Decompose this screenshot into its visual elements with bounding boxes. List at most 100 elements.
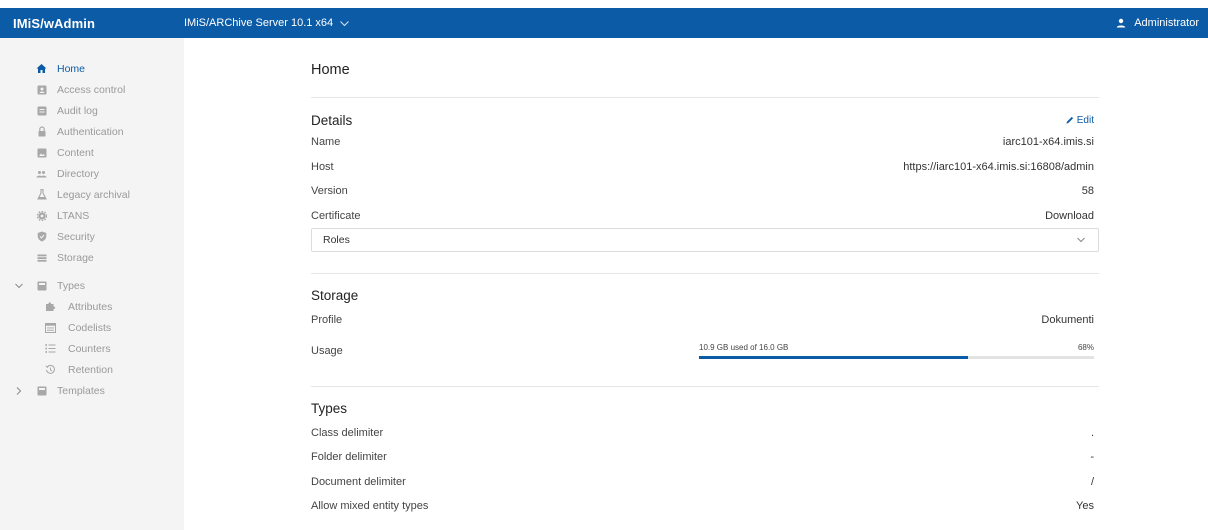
types-value: / — [1090, 475, 1094, 488]
sidebar-item-label: Legacy archival — [57, 188, 130, 201]
storage-label: Profile — [311, 314, 343, 327]
types-label: Folder delimiter — [311, 451, 387, 464]
usage-meter: 10.9 GB used of 16.0 GB 68% — [699, 343, 1094, 359]
list-box-icon — [36, 105, 47, 116]
divider — [311, 385, 1099, 387]
flask-icon — [36, 189, 47, 200]
sidebar-item-types[interactable]: Types — [0, 275, 184, 296]
detail-row-certificate: Certificate Download — [311, 204, 1099, 229]
sidebar-item-label: Security — [57, 230, 95, 243]
sidebar-item-content[interactable]: Content — [0, 142, 184, 163]
gear-icon — [36, 210, 47, 221]
folder-box-icon — [36, 280, 47, 291]
detail-label: Host — [311, 160, 334, 173]
app-brand[interactable]: IMiS/wAdmin — [0, 16, 184, 31]
divider — [311, 273, 1099, 274]
detail-label: Version — [311, 185, 348, 198]
chevron-down-icon — [1077, 237, 1085, 243]
section-title-storage: Storage — [311, 288, 359, 303]
contact-card-icon — [36, 84, 47, 95]
sidebar-item-counters[interactable]: Counters — [0, 338, 184, 359]
sidebar-item-label: Attributes — [68, 300, 113, 313]
types-row-folder-delimiter: Folder delimiter - — [311, 445, 1099, 470]
section-title-types: Types — [311, 400, 348, 416]
history-icon — [45, 364, 56, 375]
sidebar-item-attributes[interactable]: Attributes — [0, 296, 184, 317]
folder-box-icon — [36, 385, 47, 396]
sidebar-item-label: Counters — [68, 342, 111, 355]
storage-row-usage: Usage 10.9 GB used of 16.0 GB 68% — [311, 333, 1099, 369]
usage-text: 10.9 GB used of 16.0 GB — [699, 342, 789, 352]
sidebar-item-label: Storage — [57, 251, 94, 264]
sidebar-item-home[interactable]: Home — [0, 58, 184, 79]
sidebar-item-label: Retention — [68, 363, 113, 376]
types-value: - — [1090, 451, 1094, 464]
usage-percent: 68% — [1077, 342, 1094, 352]
puzzle-icon — [45, 301, 56, 312]
sidebar-item-label: LTANS — [57, 209, 90, 222]
people-icon — [36, 168, 47, 179]
image-box-icon — [36, 147, 47, 158]
sidebar-item-ltans[interactable]: LTANS — [0, 205, 184, 226]
user-menu[interactable]: Administrator — [1116, 8, 1199, 38]
detail-label: Name — [311, 136, 341, 149]
details-header: Details Edit — [311, 110, 1099, 130]
types-row-document-delimiter: Document delimiter / — [311, 470, 1099, 495]
page-title: Home — [311, 62, 350, 78]
detail-value: 58 — [1081, 185, 1094, 198]
storage-label: Usage — [311, 344, 343, 357]
user-name: Administrator — [1134, 17, 1199, 29]
sidebar-item-retention[interactable]: Retention — [0, 359, 184, 380]
sidebar-item-label: Directory — [57, 167, 100, 180]
certificate-download-link[interactable]: Download — [1045, 210, 1099, 222]
sidebar-item-authentication[interactable]: Authentication — [0, 121, 184, 142]
sidebar-item-templates[interactable]: Templates — [0, 380, 184, 401]
sidebar-item-security[interactable]: Security — [0, 226, 184, 247]
roles-expander[interactable]: Roles — [311, 228, 1099, 252]
edit-button[interactable]: Edit — [1066, 115, 1099, 126]
types-value: Yes — [1076, 500, 1094, 513]
server-selector[interactable]: IMiS/ARChive Server 10.1 x64 — [184, 17, 350, 29]
detail-value: https://iarc101-x64.imis.si:16808/admin — [903, 160, 1094, 173]
types-row-allow-mixed: Allow mixed entity types Yes — [311, 494, 1099, 519]
roles-label: Roles — [323, 234, 350, 246]
sidebar-item-codelists[interactable]: Codelists — [0, 317, 184, 338]
sidebar-item-label: Codelists — [68, 321, 112, 334]
sidebar-item-access-control[interactable]: Access control — [0, 79, 184, 100]
section-title-details: Details — [311, 112, 353, 128]
sidebar-item-label: Content — [57, 146, 94, 159]
storage-row-profile: Profile Dokumenti — [311, 308, 1099, 333]
chevron-right-icon[interactable] — [14, 386, 24, 396]
home-icon — [36, 63, 47, 74]
sidebar-item-audit-log[interactable]: Audit log — [0, 100, 184, 121]
user-icon — [1117, 18, 1126, 28]
types-label: Document delimiter — [311, 475, 406, 488]
top-bar: IMiS/wAdmin IMiS/ARChive Server 10.1 x64… — [0, 8, 1208, 38]
detail-label: Certificate — [311, 209, 361, 222]
detail-value: iarc101-x64.imis.si — [1002, 136, 1094, 149]
shield-icon — [36, 231, 47, 242]
storage-icon — [36, 252, 47, 263]
storage-value: Dokumenti — [1041, 314, 1094, 327]
sidebar-item-label: Audit log — [57, 104, 98, 117]
detail-row-host: Host https://iarc101-x64.imis.si:16808/a… — [311, 155, 1099, 180]
sidebar-item-label: Access control — [57, 83, 126, 96]
chevron-down-icon[interactable] — [14, 281, 24, 291]
sidebar: Home Access control Audit log Authentica… — [0, 38, 184, 530]
sidebar-item-legacy-archival[interactable]: Legacy archival — [0, 184, 184, 205]
usage-progress-fill — [699, 355, 968, 359]
edit-label: Edit — [1076, 114, 1094, 126]
sidebar-item-label: Authentication — [57, 125, 124, 138]
types-row-class-delimiter: Class delimiter . — [311, 421, 1099, 446]
server-label: IMiS/ARChive Server 10.1 x64 — [184, 17, 334, 29]
sidebar-spacer — [0, 268, 184, 275]
sidebar-item-label: Home — [57, 62, 86, 75]
pencil-icon — [1066, 116, 1073, 124]
sidebar-item-storage[interactable]: Storage — [0, 247, 184, 268]
types-label: Class delimiter — [311, 426, 384, 439]
types-value: . — [1090, 426, 1094, 439]
chevron-down-icon — [339, 18, 350, 29]
sidebar-item-directory[interactable]: Directory — [0, 163, 184, 184]
types-label: Allow mixed entity types — [311, 500, 429, 513]
lock-icon — [36, 126, 47, 137]
